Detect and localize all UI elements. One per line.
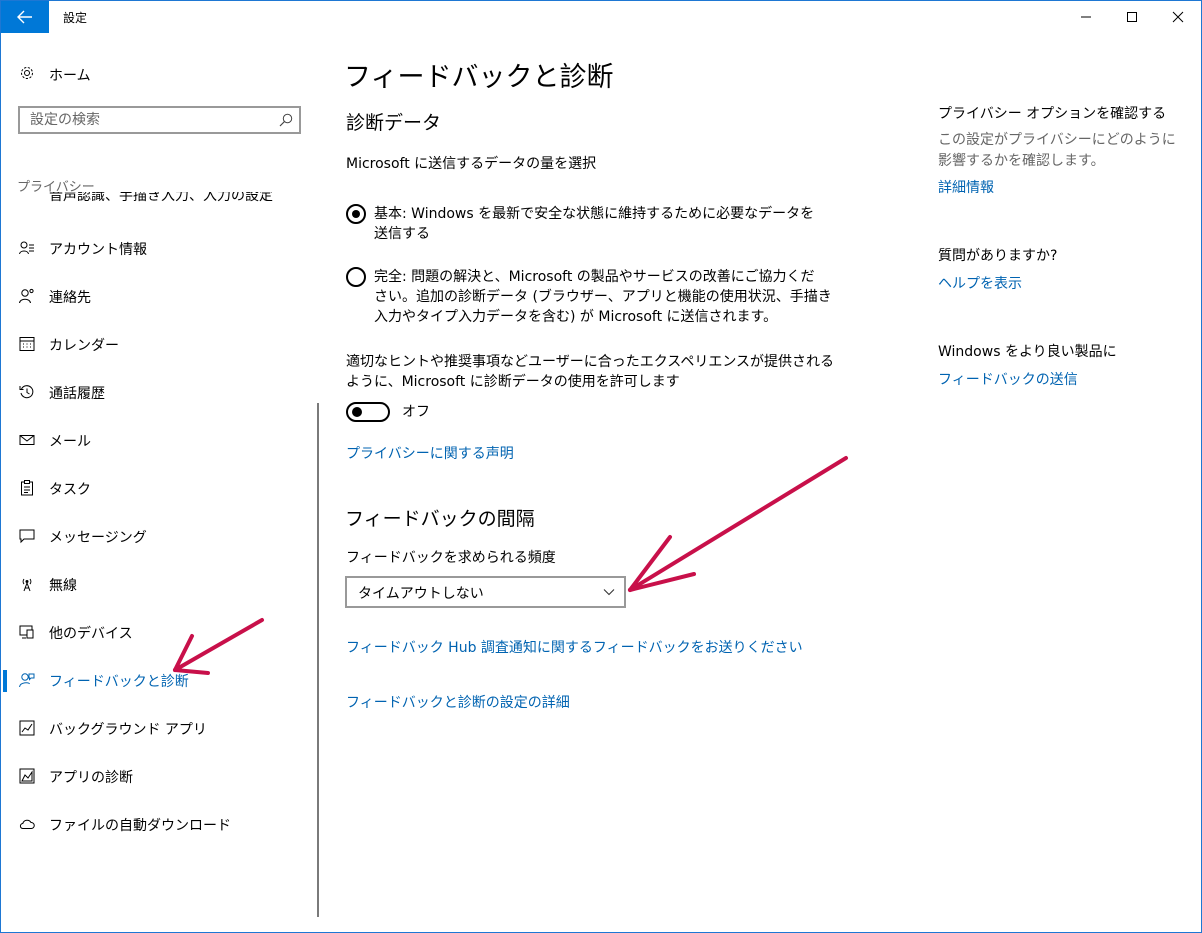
home-label: ホーム [49,68,91,84]
search-input[interactable] [20,108,280,132]
more-info-link[interactable]: 詳細情報 [938,177,994,197]
feedback-frequency-label: フィードバックを求められる頻度 [346,550,556,566]
sidebar-item-other-devices[interactable]: 他のデバイス [1,612,311,652]
account-info-icon [19,241,34,255]
sidebar-item-mail[interactable]: メール [1,420,311,460]
settings-window: 設定 ホーム プライバシー 音声認識、手描き入力、入力の設定 [0,0,1202,933]
toggle-state-label: オフ [402,404,430,420]
radio-basic[interactable] [346,204,366,224]
title-bar: 設定 [1,1,1201,33]
feedback-frequency-dropdown[interactable]: タイムアウトしない [345,576,626,608]
sidebar: ホーム プライバシー 音声認識、手描き入力、入力の設定 アカウント情報 [1,33,319,932]
messaging-icon [19,529,35,544]
toggle-knob [352,407,362,417]
selection-indicator [3,670,7,692]
minimize-icon [1081,16,1091,18]
sidebar-scrollbar[interactable] [317,403,319,917]
sidebar-item-speech-partial[interactable]: 音声認識、手描き入力、入力の設定 [49,192,273,204]
privacy-statement-link[interactable]: プライバシーに関する声明 [346,443,514,463]
sidebar-item-call-history[interactable]: 通話履歴 [1,372,311,412]
calendar-icon [19,337,35,351]
background-apps-icon [19,720,35,736]
feedback-settings-details-link[interactable]: フィードバックと診断の設定の詳細 [346,692,570,712]
sidebar-item-app-diagnostics[interactable]: アプリの診断 [1,756,311,796]
sidebar-item-contacts[interactable]: 連絡先 [1,276,311,316]
maximize-icon [1127,12,1137,22]
sidebar-item-account-info[interactable]: アカウント情報 [1,228,311,268]
feedback-frequency-heading: フィードバックの間隔 [345,508,535,530]
contacts-icon [19,288,34,304]
chevron-down-icon [603,589,615,596]
cloud-icon [19,819,35,829]
sidebar-item-calendar[interactable]: カレンダー [1,324,311,364]
maximize-button[interactable] [1109,1,1155,33]
radio-full-label[interactable]: 完全: 問題の解決と、Microsoft の製品やサービスの改善にご協力くだ さ… [374,267,832,327]
settings-search[interactable] [18,106,301,134]
tasks-icon [21,480,33,496]
sidebar-item-feedback-diagnostics[interactable]: フィードバックと診断 [1,660,311,700]
sidebar-item-file-downloads[interactable]: ファイルの自動ダウンロード [1,804,311,844]
gear-icon [21,67,33,79]
back-arrow-icon [17,10,32,24]
sidebar-item-background-apps[interactable]: バックグラウンド アプリ [1,708,311,748]
feedback-icon [19,673,35,688]
sidebar-item-tasks[interactable]: タスク [1,468,311,508]
privacy-options-text: この設定がプライバシーにどのように影響するかを確認します。 [938,132,1176,169]
radio-basic-label[interactable]: 基本: Windows を最新で安全な状態に維持するために必要なデータを 送信す… [374,204,814,244]
tailored-experiences-description: 適切なヒントや推奨事項などユーザーに合ったエクスペリエンスが提供される ように、… [346,354,835,390]
close-icon [1172,11,1184,23]
radio-basic-selected-dot [352,210,360,218]
back-button[interactable] [1,1,49,33]
improve-windows-heading: Windows をより良い製品に [938,344,1117,360]
minimize-button[interactable] [1063,1,1109,33]
feedback-hub-link[interactable]: フィードバック Hub 調査通知に関するフィードバックをお送りください [346,637,803,657]
call-history-icon [19,385,34,399]
questions-heading: 質問がありますか? [938,248,1058,264]
close-button[interactable] [1155,1,1201,33]
sidebar-item-messaging[interactable]: メッセージング [1,516,311,556]
sidebar-item-radios[interactable]: 無線 [1,564,311,604]
diagnostics-heading: 診断データ [346,112,442,134]
get-help-link[interactable]: ヘルプを表示 [938,273,1022,293]
radio-full[interactable] [346,267,366,287]
privacy-options-heading: プライバシー オプションを確認する [938,106,1167,122]
dropdown-value: タイムアウトしない [358,586,484,602]
diagnostics-subtitle: Microsoft に送信するデータの量を選択 [346,156,597,172]
radio-icon [22,578,32,592]
mail-icon [19,435,35,445]
window-title: 設定 [63,11,88,25]
other-devices-icon [19,625,34,639]
tailored-experiences-toggle[interactable] [346,402,390,422]
page-title: フィードバックと診断 [344,62,614,93]
app-diagnostics-icon [19,768,35,784]
give-feedback-link[interactable]: フィードバックの送信 [938,369,1078,389]
search-icon[interactable] [279,113,293,127]
